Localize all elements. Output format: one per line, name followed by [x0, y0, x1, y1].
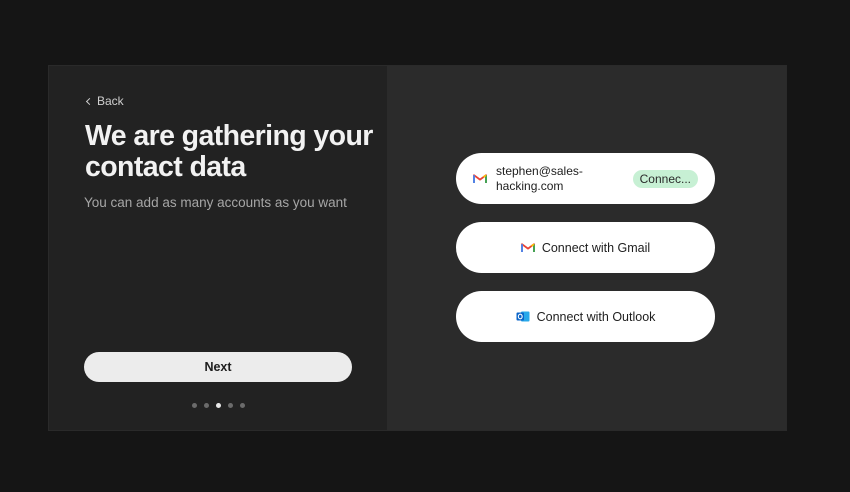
- connect-gmail-label: Connect with Gmail: [541, 240, 651, 255]
- connected-account-item[interactable]: stephen@sales-hacking.com Connec...: [456, 153, 715, 204]
- step-dot-1: [192, 403, 197, 408]
- outlook-icon: [516, 311, 530, 322]
- account-email: stephen@sales-hacking.com: [496, 163, 583, 193]
- step-dot-5: [240, 403, 245, 408]
- step-dot-2: [204, 403, 209, 408]
- connect-outlook-label: Connect with Outlook: [536, 309, 656, 324]
- right-panel: stephen@sales-hacking.com Connec... Conn…: [387, 66, 786, 430]
- gmail-icon: [520, 243, 535, 252]
- page-title: We are gathering your contact data: [85, 120, 373, 183]
- connect-outlook-button[interactable]: Connect with Outlook: [456, 291, 715, 342]
- step-dot-4: [228, 403, 233, 408]
- connect-gmail-button[interactable]: Connect with Gmail: [456, 222, 715, 273]
- onboarding-card: Back We are gathering your contact data …: [49, 66, 786, 430]
- page-subtitle: You can add as many accounts as you want: [84, 195, 347, 210]
- back-label: Back: [97, 94, 124, 108]
- step-indicator: [192, 403, 245, 408]
- gmail-icon: [473, 174, 487, 183]
- status-badge: Connec...: [632, 170, 698, 188]
- step-dot-3: [216, 403, 221, 408]
- chevron-left-icon: [85, 97, 94, 105]
- next-button[interactable]: Next: [84, 352, 352, 382]
- left-panel: Back We are gathering your contact data …: [49, 66, 387, 430]
- back-button[interactable]: Back: [85, 94, 124, 108]
